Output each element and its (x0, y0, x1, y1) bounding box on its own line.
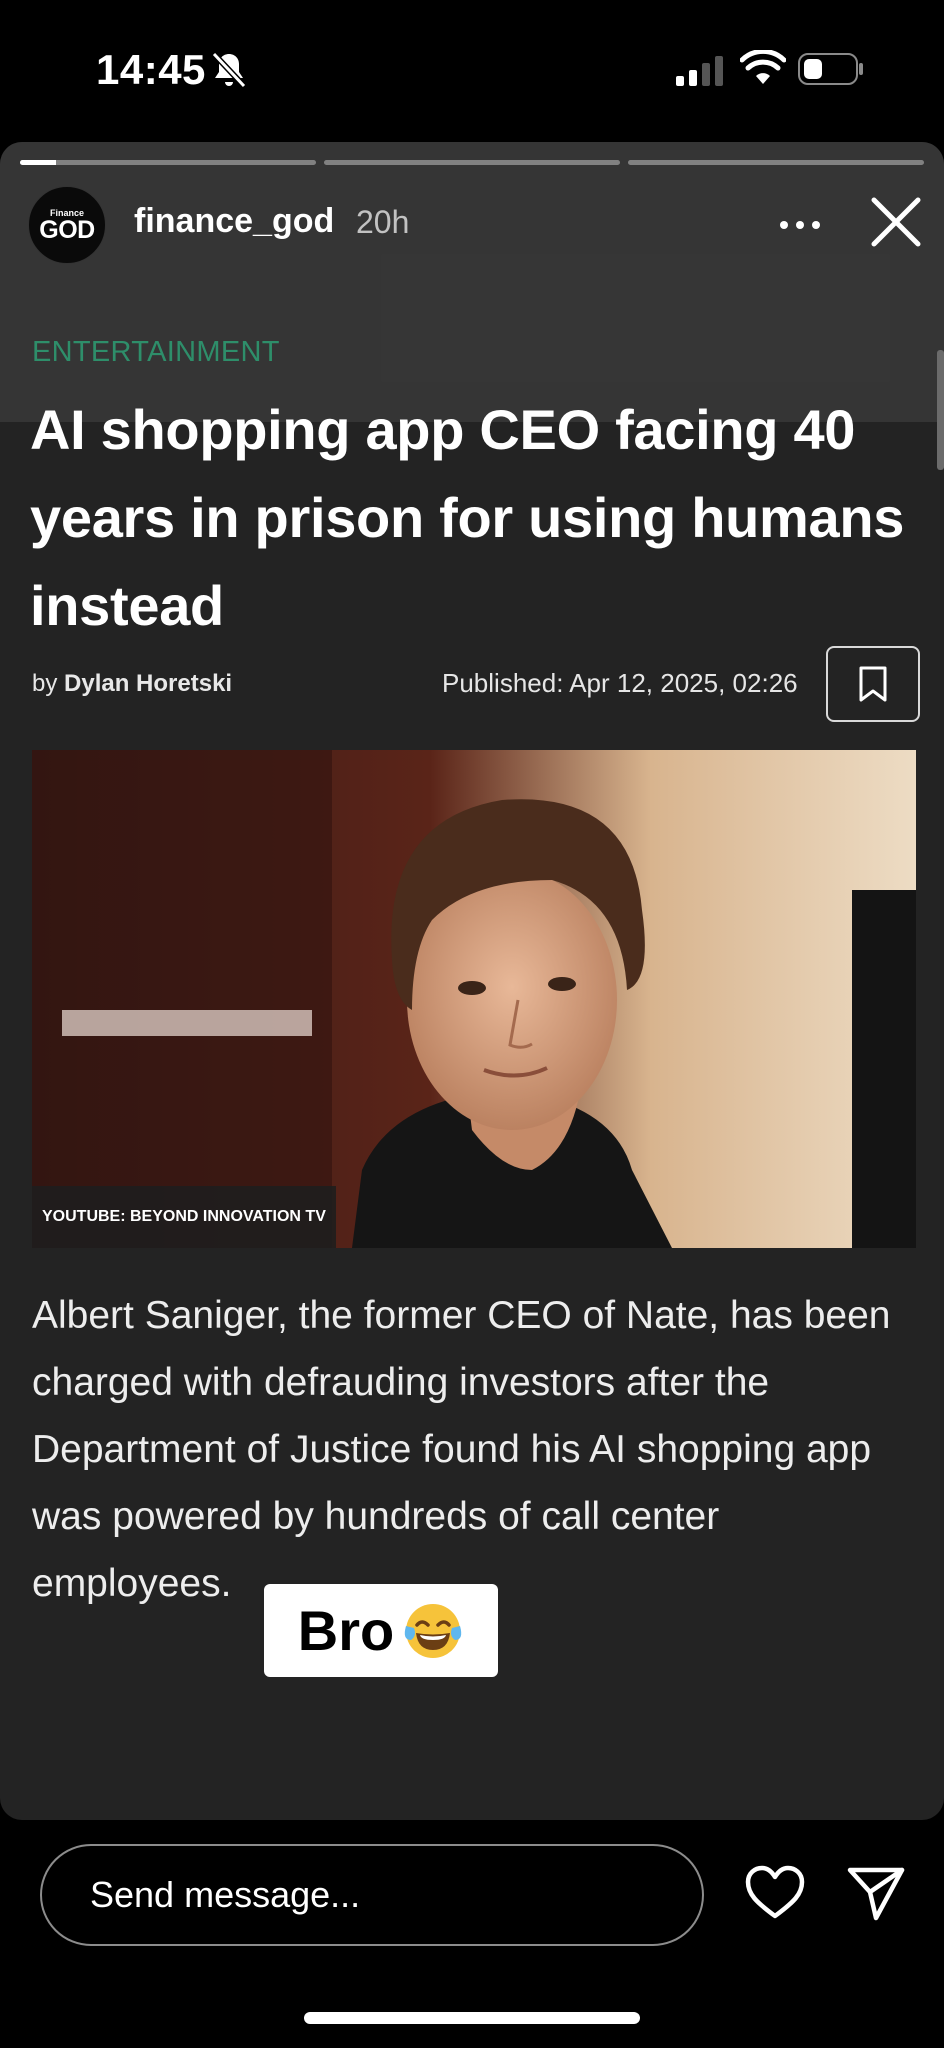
story-header-overlay (0, 142, 944, 422)
portrait-photo-illustration (32, 750, 916, 1248)
message-placeholder: Send message... (90, 1874, 361, 1915)
article-headline: AI shopping app CEO facing 40 years in p… (30, 398, 905, 637)
article-byline: by Dylan Horetski (32, 670, 232, 698)
heart-icon[interactable] (744, 1864, 806, 1922)
cellular-signal-icon (676, 56, 723, 86)
avatar-logo-text: GOD (39, 215, 95, 244)
article-published-date: Published: Apr 12, 2025, 02:26 (442, 668, 798, 698)
bell-slash-icon (211, 51, 247, 89)
tears-of-joy-emoji-icon (404, 1603, 462, 1658)
status-bar: 14:45 (0, 0, 944, 140)
wifi-icon (740, 50, 786, 84)
bookmark-button (826, 646, 920, 722)
text-sticker: Bro (264, 1584, 498, 1677)
avatar[interactable]: Finance GOD (28, 186, 106, 264)
article-category: ENTERTAINMENT (32, 336, 280, 368)
article-author: Dylan Horetski (64, 670, 233, 697)
article-photo: YOUTUBE: BEYOND INNOVATION TV (32, 750, 916, 1248)
username[interactable]: finance_god (134, 202, 334, 241)
more-icon[interactable] (774, 210, 826, 240)
sticker-text: Bro (297, 1599, 395, 1662)
bookmark-icon (859, 666, 887, 702)
progress-segment (20, 160, 316, 165)
send-icon[interactable] (846, 1862, 906, 1922)
progress-segment (628, 160, 924, 165)
progress-fill (20, 160, 56, 165)
home-indicator[interactable] (304, 2012, 640, 2024)
photo-credit: YOUTUBE: BEYOND INNOVATION TV (32, 1186, 336, 1248)
battery-icon (798, 53, 863, 85)
status-time: 14:45 (96, 46, 206, 93)
progress-segment (324, 160, 620, 165)
close-icon[interactable] (870, 196, 922, 248)
send-message-input[interactable]: Send message... (40, 1844, 704, 1946)
story-time-ago: 20h (356, 204, 410, 240)
scroll-indicator (937, 350, 944, 470)
article-body: Albert Saniger, the former CEO of Nate, … (32, 1294, 891, 1605)
story-progress (20, 160, 924, 165)
byline-prefix: by (32, 670, 58, 697)
story-viewer[interactable]: Finance GOD finance_god 20h ENTERTAINMEN… (0, 142, 944, 1820)
